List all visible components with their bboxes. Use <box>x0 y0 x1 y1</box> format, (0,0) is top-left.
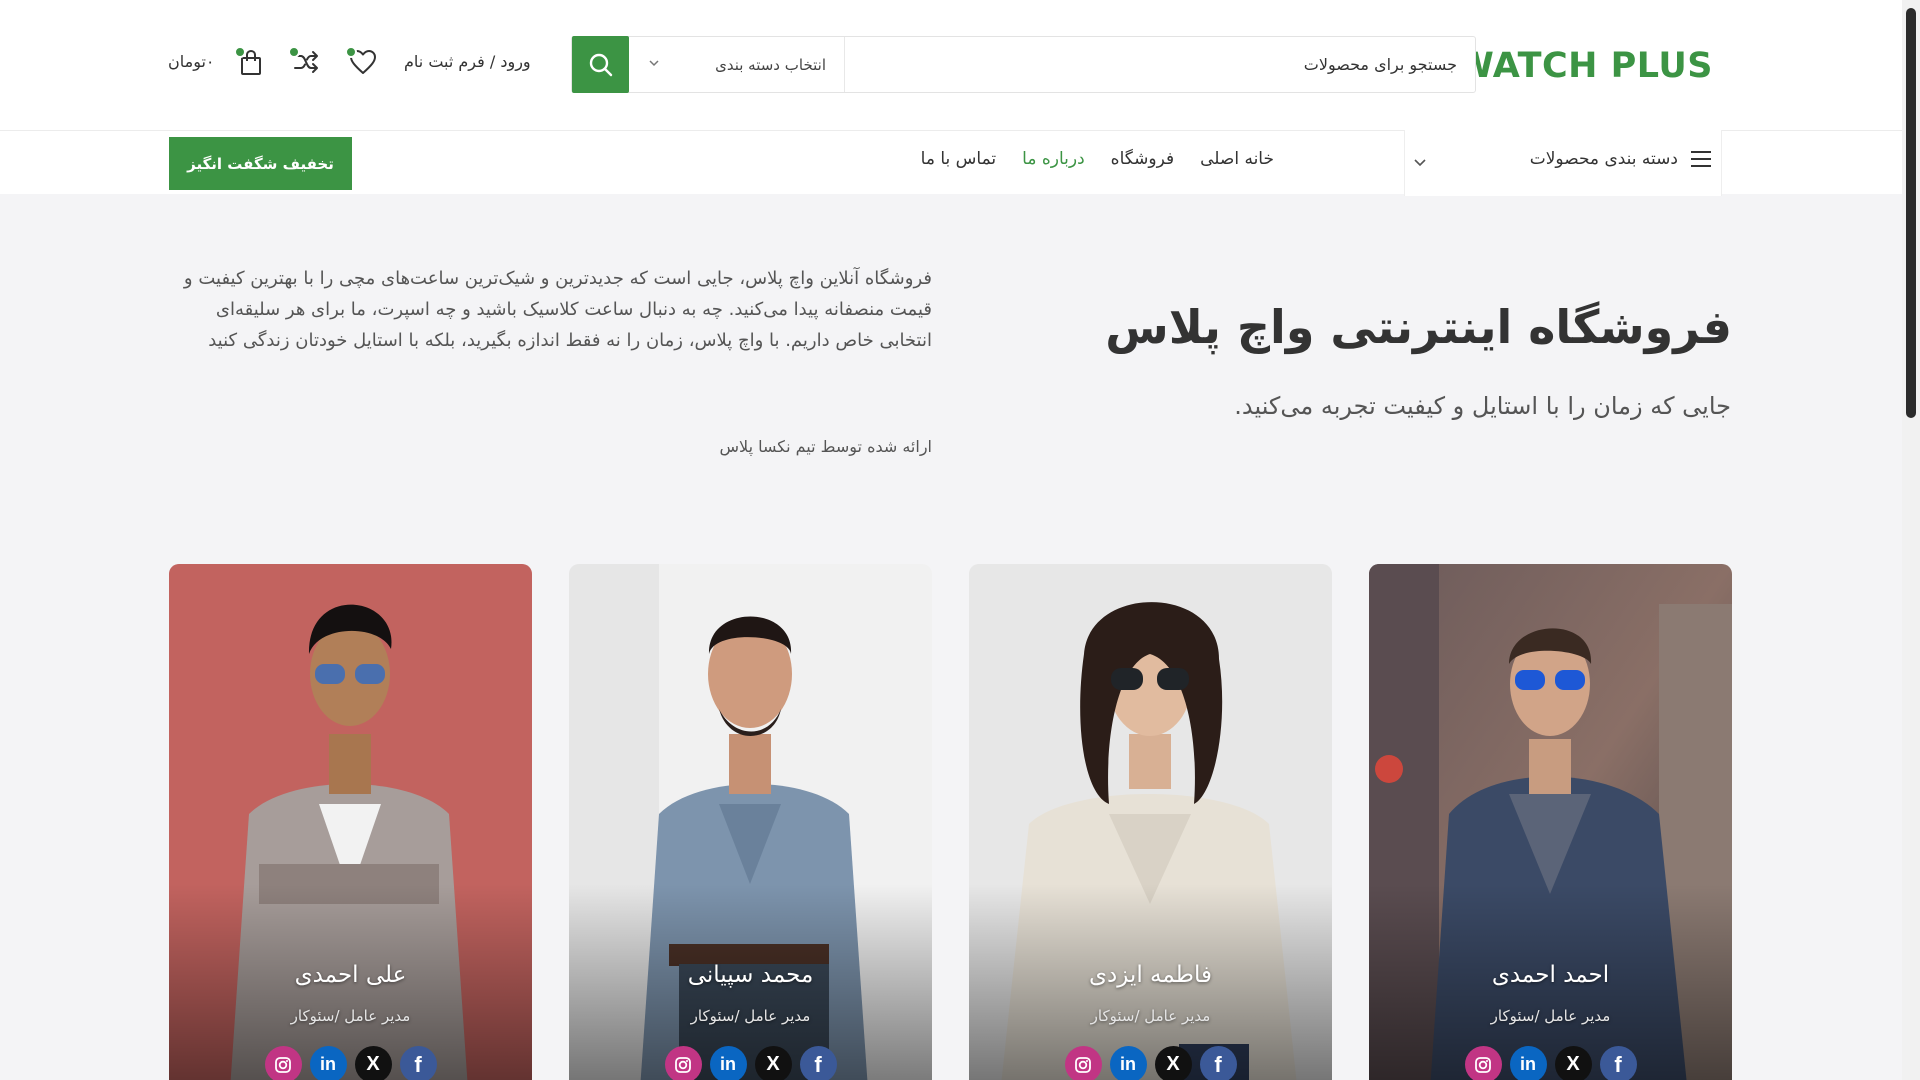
category-select-label: انتخاب دسته بندی <box>715 55 826 74</box>
team-member-name: احمد احمدی <box>1491 962 1610 988</box>
nav-link-home[interactable]: خانه اصلی <box>1200 149 1274 169</box>
page-title: فروشگاه اینترنتی واچ پلاس <box>1105 300 1732 354</box>
team-card: محمد سپیانی مدیر عامل /سئوکار f X in <box>569 564 932 1080</box>
main-nav: دسته بندی محصولات خانه اصلی فروشگاه دربا… <box>0 130 1902 196</box>
category-menu-label: دسته بندی محصولات <box>1529 149 1678 169</box>
social-links: f X in <box>969 1046 1332 1080</box>
search-button[interactable] <box>572 36 629 93</box>
search-bar: انتخاب دسته بندی <box>571 36 1476 93</box>
social-links: f X in <box>569 1046 932 1080</box>
nav-links: خانه اصلی فروشگاه درباره ما تماس با ما <box>921 149 1274 169</box>
search-input[interactable] <box>843 37 1475 92</box>
team-member-role: مدیر عامل /سئوکار <box>1490 1007 1611 1025</box>
team-member-name: علی احمدی <box>294 962 407 988</box>
login-register-link[interactable]: ورود / فرم ثبت نام <box>404 52 531 71</box>
team-member-role: مدیر عامل /سئوکار <box>290 1007 411 1025</box>
linkedin-icon[interactable]: in <box>309 1046 347 1080</box>
linkedin-icon[interactable]: in <box>709 1046 747 1080</box>
team-member-role: مدیر عامل /سئوکار <box>690 1007 811 1025</box>
nav-link-shop[interactable]: فروشگاه <box>1111 149 1174 169</box>
hamburger-icon <box>1691 151 1711 167</box>
cart-count-badge <box>234 46 246 58</box>
facebook-icon[interactable]: f <box>1199 1046 1237 1080</box>
team-card: فاطمه ایزدی مدیر عامل /سئوکار f X in <box>969 564 1332 1080</box>
page-scrollbar[interactable] <box>1902 0 1920 1080</box>
instagram-icon[interactable] <box>264 1046 302 1080</box>
x-icon[interactable]: X <box>1154 1046 1192 1080</box>
x-icon[interactable]: X <box>754 1046 792 1080</box>
instagram-icon[interactable] <box>664 1046 702 1080</box>
instagram-icon[interactable] <box>1464 1046 1502 1080</box>
linkedin-icon[interactable]: in <box>1109 1046 1147 1080</box>
wishlist-count-badge <box>345 46 357 58</box>
category-select[interactable]: انتخاب دسته بندی <box>629 37 845 92</box>
cart-button[interactable] <box>234 46 268 80</box>
social-links: f X in <box>169 1046 532 1080</box>
compare-count-badge <box>288 46 300 58</box>
facebook-icon[interactable]: f <box>399 1046 437 1080</box>
search-icon <box>589 53 612 76</box>
team-member-name: فاطمه ایزدی <box>1089 962 1212 988</box>
about-description: فروشگاه آنلاین واچ پلاس، جایی است که جدی… <box>183 268 932 351</box>
social-links: f X in <box>1369 1046 1732 1080</box>
x-icon[interactable]: X <box>1554 1046 1592 1080</box>
facebook-icon[interactable]: f <box>1599 1046 1637 1080</box>
team-card: احمد احمدی مدیر عامل /سئوکار f X in <box>1369 564 1732 1080</box>
instagram-icon[interactable] <box>1064 1046 1102 1080</box>
page-subtitle: جایی که زمان را با استایل و کیفیت تجربه … <box>1234 392 1731 420</box>
team-member-role: مدیر عامل /سئوکار <box>1090 1007 1211 1025</box>
amazing-offer-button[interactable]: تخفیف شگفت انگیز <box>169 137 352 190</box>
nav-link-about[interactable]: درباره ما <box>1022 149 1085 169</box>
scrollbar-thumb[interactable] <box>1906 8 1916 418</box>
facebook-icon[interactable]: f <box>799 1046 837 1080</box>
team-card: علی احمدی مدیر عامل /سئوکار f X in <box>169 564 532 1080</box>
chevron-down-icon[interactable] <box>1412 155 1428 171</box>
wishlist-button[interactable] <box>345 44 381 80</box>
chevron-down-icon <box>649 60 659 67</box>
compare-button[interactable] <box>288 44 324 80</box>
team-member-name: محمد سپیانی <box>687 962 814 988</box>
site-logo[interactable]: WATCH PLUS <box>1455 46 1713 86</box>
site-header: WATCH PLUS انتخاب دسته بندی ورود / فرم ث… <box>0 0 1902 130</box>
linkedin-icon[interactable]: in <box>1509 1046 1547 1080</box>
cart-total[interactable]: ۰تومان <box>168 52 215 71</box>
nav-link-contact[interactable]: تماس با ما <box>921 149 997 169</box>
x-icon[interactable]: X <box>354 1046 392 1080</box>
category-menu-toggle[interactable]: دسته بندی محصولات <box>1530 149 1712 169</box>
team-credit: ارائه شده توسط تیم نکسا پلاس <box>719 437 932 456</box>
